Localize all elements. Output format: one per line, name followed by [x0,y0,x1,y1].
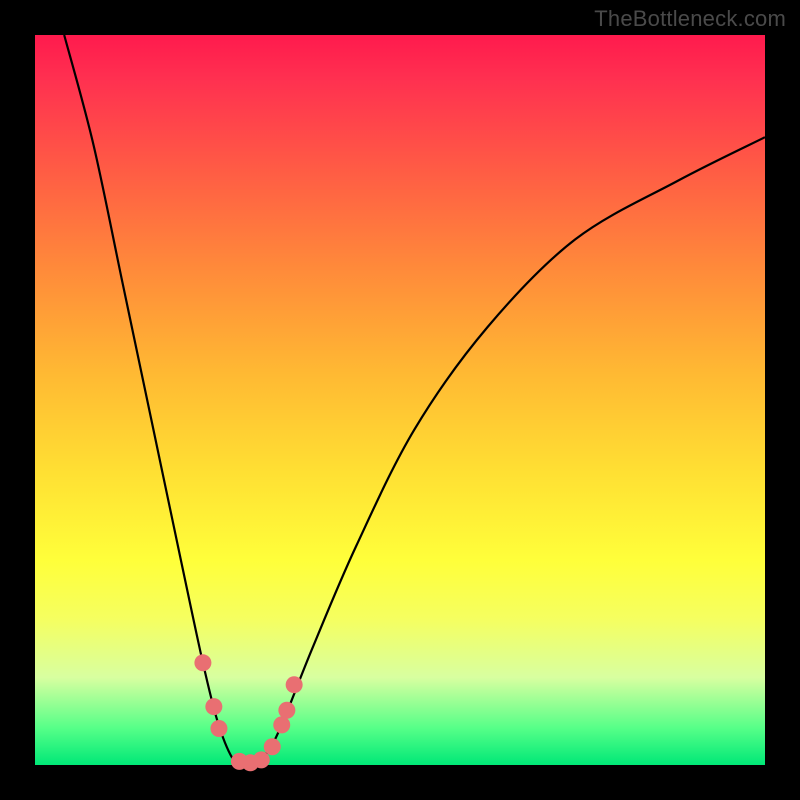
curve-layer [64,35,765,766]
data-marker [264,738,281,755]
data-marker [273,716,290,733]
data-marker [210,720,227,737]
plot-area [35,35,765,765]
data-marker [253,751,270,768]
watermark-text: TheBottleneck.com [594,6,786,32]
marker-layer [194,654,302,771]
bottleneck-curve [64,35,765,766]
data-marker [194,654,211,671]
chart-svg [35,35,765,765]
data-marker [286,676,303,693]
data-marker [205,698,222,715]
chart-frame: TheBottleneck.com [0,0,800,800]
data-marker [278,702,295,719]
